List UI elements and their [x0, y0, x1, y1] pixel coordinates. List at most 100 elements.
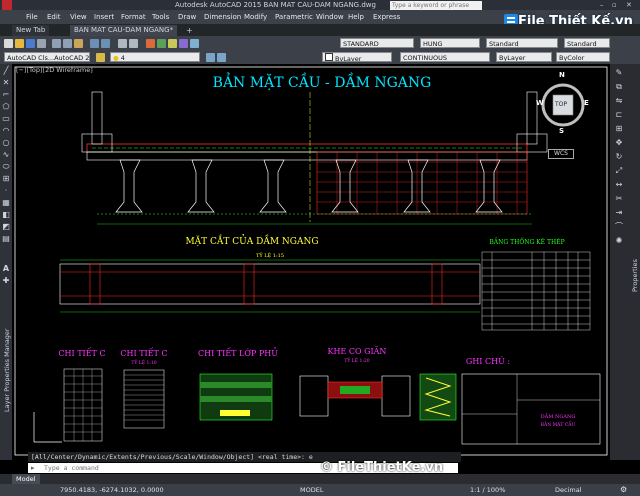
- add-selected-icon[interactable]: ✚: [1, 276, 11, 286]
- calculator-icon[interactable]: [190, 39, 199, 48]
- undo-icon[interactable]: [90, 39, 99, 48]
- menu-insert[interactable]: Insert: [94, 10, 114, 24]
- open-file-icon[interactable]: [15, 39, 24, 48]
- drawing-svg[interactable]: BẢN MẶT CẦU - DẦM NGANG MẶT CẮT CỦA DẦM …: [12, 64, 610, 460]
- array-icon[interactable]: ⊞: [614, 124, 624, 134]
- copy-icon[interactable]: [63, 39, 72, 48]
- extend-icon[interactable]: ⇥: [614, 208, 624, 218]
- construction-line-icon[interactable]: ✕: [1, 78, 11, 88]
- trim-icon[interactable]: ✂: [614, 194, 624, 204]
- drawing-title: BẢN MẶT CẦU - DẦM NGANG: [213, 71, 432, 91]
- compass-south[interactable]: S: [559, 127, 564, 135]
- redo-icon[interactable]: [101, 39, 110, 48]
- tab-model[interactable]: Model: [12, 474, 40, 484]
- new-file-icon[interactable]: [4, 39, 13, 48]
- close-icon[interactable]: ✕: [626, 0, 632, 10]
- hatch-icon[interactable]: ▦: [1, 198, 11, 208]
- rotate-icon[interactable]: ↻: [614, 152, 624, 162]
- erase-icon[interactable]: ✎: [614, 68, 624, 78]
- stretch-icon[interactable]: ↔: [614, 180, 624, 190]
- view-cube[interactable]: TOP N S W E: [536, 71, 589, 135]
- menu-draw[interactable]: Draw: [178, 10, 196, 24]
- pan-icon[interactable]: [118, 39, 127, 48]
- tab-current-drawing[interactable]: BAN MAT CAU-DAM NGANG*: [70, 25, 178, 36]
- coordinate-readout[interactable]: 7950.4183, -6274.1032, 0.0000: [60, 484, 164, 496]
- plotstyle-combo[interactable]: ByColor: [556, 52, 610, 62]
- drawing-border: [14, 66, 608, 456]
- menu-dimension[interactable]: Dimension: [204, 10, 241, 24]
- linetype-combo[interactable]: CONTINUOUS: [400, 52, 490, 62]
- save-icon[interactable]: [26, 39, 35, 48]
- annotation-scale[interactable]: 1:1 / 100%: [470, 484, 505, 496]
- multileader-style-combo[interactable]: Standard: [564, 38, 610, 48]
- menu-tools[interactable]: Tools: [152, 10, 169, 24]
- rectangle-icon[interactable]: ▭: [1, 114, 11, 124]
- bridge-deck: [81, 91, 548, 225]
- table-style-combo[interactable]: Standard: [486, 38, 558, 48]
- cut-icon[interactable]: [52, 39, 61, 48]
- polyline-icon[interactable]: ⌐: [1, 90, 11, 100]
- wcs-menu[interactable]: WCS: [548, 149, 574, 159]
- view-cube-top[interactable]: TOP: [555, 101, 567, 108]
- menu-view[interactable]: View: [70, 10, 87, 24]
- compass-west[interactable]: W: [536, 99, 544, 107]
- insert-block-icon[interactable]: ⊞: [1, 174, 11, 184]
- menu-help[interactable]: Help: [348, 10, 364, 24]
- design-center-icon[interactable]: [157, 39, 166, 48]
- move-icon[interactable]: ✥: [614, 138, 624, 148]
- menu-express[interactable]: Express: [373, 10, 400, 24]
- point-icon[interactable]: ·: [1, 186, 11, 196]
- lineweight-combo[interactable]: ByLayer: [496, 52, 552, 62]
- properties-side-label[interactable]: Properties: [628, 214, 640, 294]
- color-combo[interactable]: ByLayer: [322, 52, 392, 62]
- zoom-icon[interactable]: [129, 39, 138, 48]
- font-style-combo[interactable]: HUNG: [420, 38, 480, 48]
- print-icon[interactable]: [37, 39, 46, 48]
- fillet-icon[interactable]: ⌒: [614, 222, 624, 232]
- copy-object-icon[interactable]: ⧉: [614, 82, 624, 92]
- model-space-toggle[interactable]: MODEL: [300, 484, 323, 496]
- tool-palette-icon[interactable]: [168, 39, 177, 48]
- make-current-icon[interactable]: [206, 53, 215, 62]
- maximize-icon[interactable]: ▫: [612, 0, 617, 10]
- layer-previous-icon[interactable]: [217, 53, 226, 62]
- workspace-combo[interactable]: AutoCAD Cls...AutoCAD 201: [4, 52, 90, 62]
- compass-east[interactable]: E: [584, 99, 589, 107]
- units-readout[interactable]: Decimal: [555, 484, 582, 496]
- gradient-icon[interactable]: ◧: [1, 210, 11, 220]
- spline-icon[interactable]: ∿: [1, 150, 11, 160]
- polygon-icon[interactable]: ⬠: [1, 102, 11, 112]
- menu-window[interactable]: Window: [316, 10, 344, 24]
- line-tool-icon[interactable]: ╱: [1, 66, 11, 76]
- layer-manager-icon[interactable]: [96, 53, 105, 62]
- layer-combo[interactable]: ● 4: [110, 52, 200, 62]
- compass-north[interactable]: N: [559, 71, 565, 79]
- drawing-canvas[interactable]: BẢN MẶT CẦU - DẦM NGANG MẶT CẮT CỦA DẦM …: [12, 64, 610, 460]
- ellipse-icon[interactable]: ⬭: [1, 162, 11, 172]
- layer-properties-side-label[interactable]: Layer Properties Manager: [0, 304, 12, 414]
- settings-icon[interactable]: ⚙: [620, 484, 627, 496]
- menu-format[interactable]: Format: [121, 10, 146, 24]
- menu-modify[interactable]: Modify: [244, 10, 267, 24]
- menu-file[interactable]: File: [26, 10, 38, 24]
- arc-icon[interactable]: ◠: [1, 126, 11, 136]
- text-style-combo[interactable]: STANDARD: [340, 38, 414, 48]
- minimize-icon[interactable]: –: [600, 0, 604, 10]
- properties-icon[interactable]: [146, 39, 155, 48]
- markup-icon[interactable]: [179, 39, 188, 48]
- paste-icon[interactable]: [74, 39, 83, 48]
- circle-icon[interactable]: ○: [1, 138, 11, 148]
- mirror-icon[interactable]: ⇋: [614, 96, 624, 106]
- region-icon[interactable]: ◩: [1, 222, 11, 232]
- menu-edit[interactable]: Edit: [47, 10, 61, 24]
- table-icon[interactable]: ▤: [1, 234, 11, 244]
- tab-new[interactable]: New Tab: [12, 25, 50, 36]
- app-logo-icon[interactable]: [2, 0, 12, 10]
- explode-icon[interactable]: ✺: [614, 236, 624, 246]
- multiline-text-icon[interactable]: A: [1, 264, 11, 274]
- viewport-controls[interactable]: [−][Top][2D Wireframe]: [16, 66, 93, 74]
- scale-icon[interactable]: ⤢: [614, 166, 624, 176]
- offset-icon[interactable]: ⊏: [614, 110, 624, 120]
- menu-parametric[interactable]: Parametric: [275, 10, 313, 24]
- add-tab-icon[interactable]: +: [186, 25, 193, 36]
